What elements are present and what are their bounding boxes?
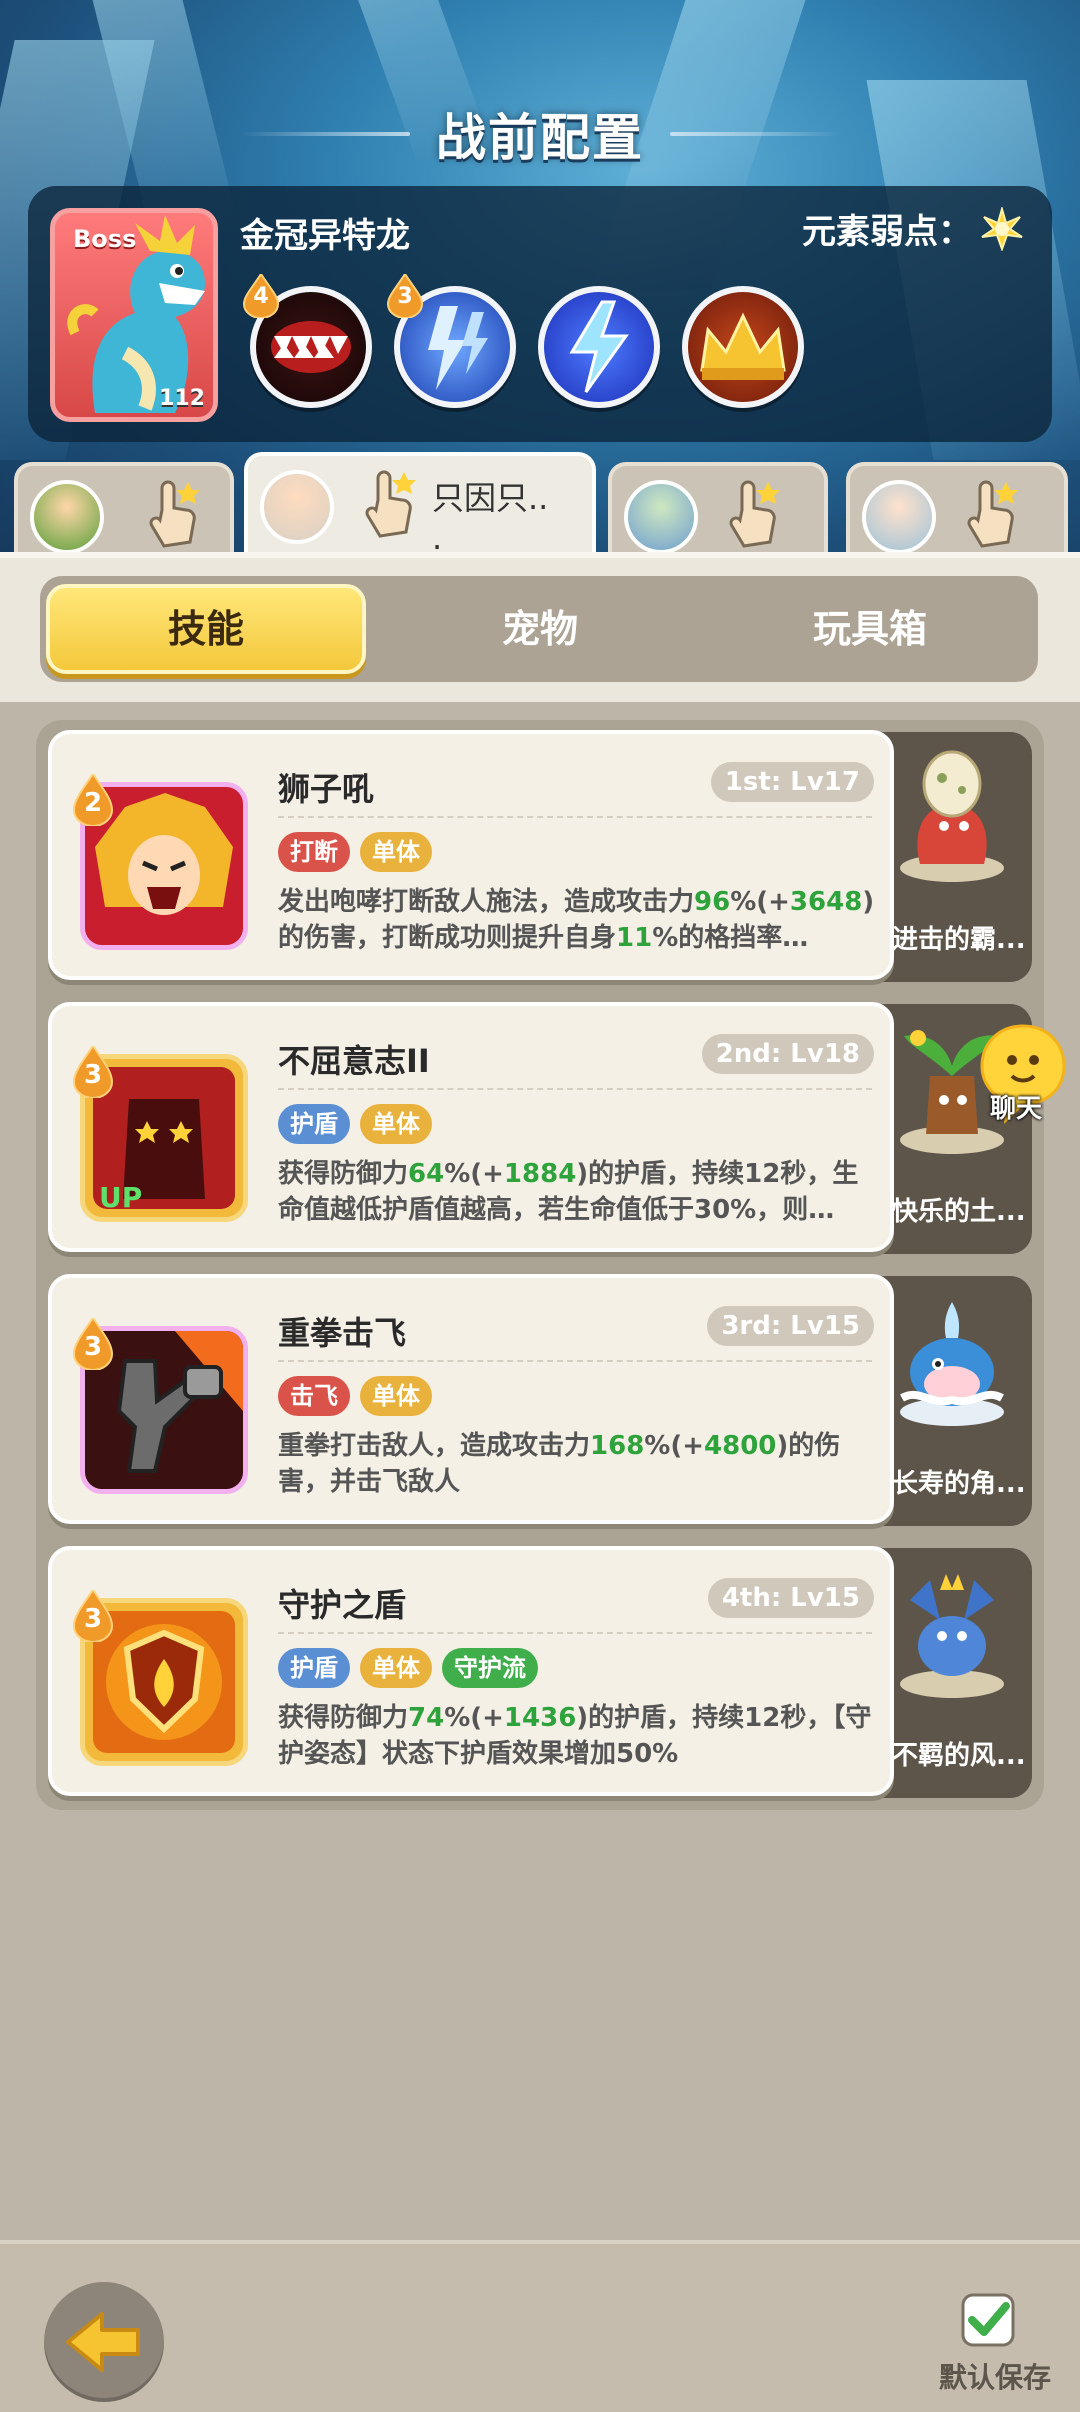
boss-skill-3[interactable] (538, 286, 660, 408)
tag-single-target: 单体 (360, 1648, 432, 1688)
skill-card-1[interactable]: 2 狮子吼 1st: Lv17 打断 单体 发出咆哮打断敌人施法，造成攻击力96… (48, 730, 894, 980)
skill-name: 狮子吼 (278, 770, 375, 808)
page-title: 战前配置 (436, 109, 644, 167)
default-save-label[interactable]: 默认保存 (930, 2356, 1060, 2396)
divider (278, 1088, 872, 1090)
hero-slot-3[interactable] (608, 462, 828, 560)
boss-skill-4[interactable] (682, 286, 804, 408)
skill-list: 进击的霸... 2 狮子吼 1st: Lv17 打断 单体 发出咆哮打断敌人施法… (36, 720, 1044, 1810)
tag-shield: 护盾 (278, 1648, 350, 1688)
skill-slot-level: 3rd: Lv15 (707, 1306, 874, 1346)
golden-crown-icon (700, 312, 786, 380)
skill-card-3[interactable]: 3 重拳击飞 3rd: Lv15 击飞 单体 重拳打击敌人，造成攻击力168%(… (48, 1274, 894, 1524)
tag-single-target: 单体 (360, 1104, 432, 1144)
skill-description: 重拳打击敌人，造成攻击力168%(+4800)的伤害，并击飞敌人 (278, 1431, 841, 1497)
weakness-label: 元素弱点： (802, 212, 972, 252)
back-arrow-icon (66, 2312, 140, 2372)
tab-skills[interactable]: 技能 (46, 584, 366, 674)
default-save-checkbox[interactable] (960, 2292, 1016, 2348)
tag-guardian-style: 守护流 (442, 1648, 538, 1688)
tag-single-target: 单体 (360, 832, 432, 872)
hero-selector: 只因只.. . (0, 452, 1080, 560)
tag-knockup: 击飞 (278, 1376, 350, 1416)
boss-level: 112 (159, 386, 205, 411)
pet-blue-dragon-icon (900, 1574, 1004, 1698)
hero-avatar (30, 480, 104, 554)
skill-slot-level: 1st: Lv17 (710, 762, 874, 802)
skill-level-badge: 3 (72, 1316, 114, 1371)
tab-bar: 技能 宠物 玩具箱 (40, 576, 1038, 682)
hero-slot-1[interactable] (14, 462, 234, 560)
tap-hand-icon (729, 480, 780, 548)
skill-level-badge: 3 (72, 1588, 114, 1643)
element-weakness: 元素弱点： (802, 204, 1024, 253)
boss-info-panel: Boss 112 金冠异特龙 元素弱点： 4 3 (28, 186, 1052, 442)
tag-shield: 护盾 (278, 1104, 350, 1144)
pet-whale-icon (900, 1302, 1004, 1426)
skill-tags: 护盾 单体 (278, 1104, 432, 1144)
hero-slot-4[interactable] (846, 462, 1068, 560)
tag-single-target: 单体 (360, 1376, 432, 1416)
skill-description: 获得防御力64%(+1884)的护盾，持续12秒，生命值越低护盾值越高，若生命值… (278, 1159, 859, 1225)
skill-description: 发出咆哮打断敌人施法，造成攻击力96%(+3648)的伤害，打断成功则提升自身1… (278, 887, 875, 953)
boss-portrait[interactable]: Boss 112 (50, 208, 218, 422)
divider (278, 816, 872, 818)
skill-description: 获得防御力74%(+1436)的护盾，持续12秒，【守护姿态】状态下护盾效果增加… (278, 1703, 872, 1769)
skill-name: 不屈意志II (278, 1042, 430, 1080)
hero-avatar (862, 480, 936, 554)
skill-slot-level: 4th: Lv15 (707, 1578, 874, 1618)
tab-toybox[interactable]: 玩具箱 (710, 584, 1030, 674)
skill-name: 守护之盾 (278, 1586, 407, 1624)
bottom-bar: 默认保存 (0, 2240, 1080, 2412)
skill-name: 重拳击飞 (278, 1314, 407, 1352)
skill-slot-level: 2nd: Lv18 (701, 1034, 874, 1074)
tap-hand-icon (365, 470, 416, 538)
svg-text:UP: UP (99, 1181, 142, 1214)
skill-tags: 护盾 单体 守护流 (278, 1648, 538, 1688)
tap-hand-icon (967, 480, 1018, 548)
back-button[interactable] (44, 2282, 164, 2402)
boss-skill-2-badge: 3 (386, 272, 424, 319)
divider (278, 1360, 872, 1362)
chat-label[interactable]: 聊天 (976, 1088, 1056, 1125)
pet-dragon-egg-icon (900, 750, 1004, 882)
skill-card-2[interactable]: UP 3 不屈意志II 2nd: Lv18 护盾 单体 获得防御力64%(+18… (48, 1002, 894, 1252)
skill-tags: 打断 单体 (278, 832, 432, 872)
tab-strip: 技能 宠物 玩具箱 (0, 552, 1080, 702)
tab-pets[interactable]: 宠物 (380, 584, 700, 674)
tag-interrupt: 打断 (278, 832, 350, 872)
skill-tags: 击飞 单体 (278, 1376, 432, 1416)
hero-avatar (260, 470, 334, 544)
boss-tag: Boss (73, 225, 137, 253)
hero-avatar (624, 480, 698, 554)
light-element-icon (981, 206, 1023, 251)
tap-hand-icon (149, 480, 200, 548)
divider (278, 1632, 872, 1634)
boss-skill-1-badge: 4 (242, 272, 280, 319)
skill-level-badge: 2 (72, 772, 114, 827)
boss-name: 金冠异特龙 (240, 216, 410, 256)
lightning-bolt-icon (569, 300, 629, 393)
skill-level-badge: 3 (72, 1044, 114, 1099)
skill-card-4[interactable]: 3 守护之盾 4th: Lv15 护盾 单体 守护流 获得防御力74%(+143… (48, 1546, 894, 1796)
hero-name: 只因只.. . (432, 479, 549, 557)
hero-slot-2[interactable]: 只因只.. . (244, 452, 596, 560)
